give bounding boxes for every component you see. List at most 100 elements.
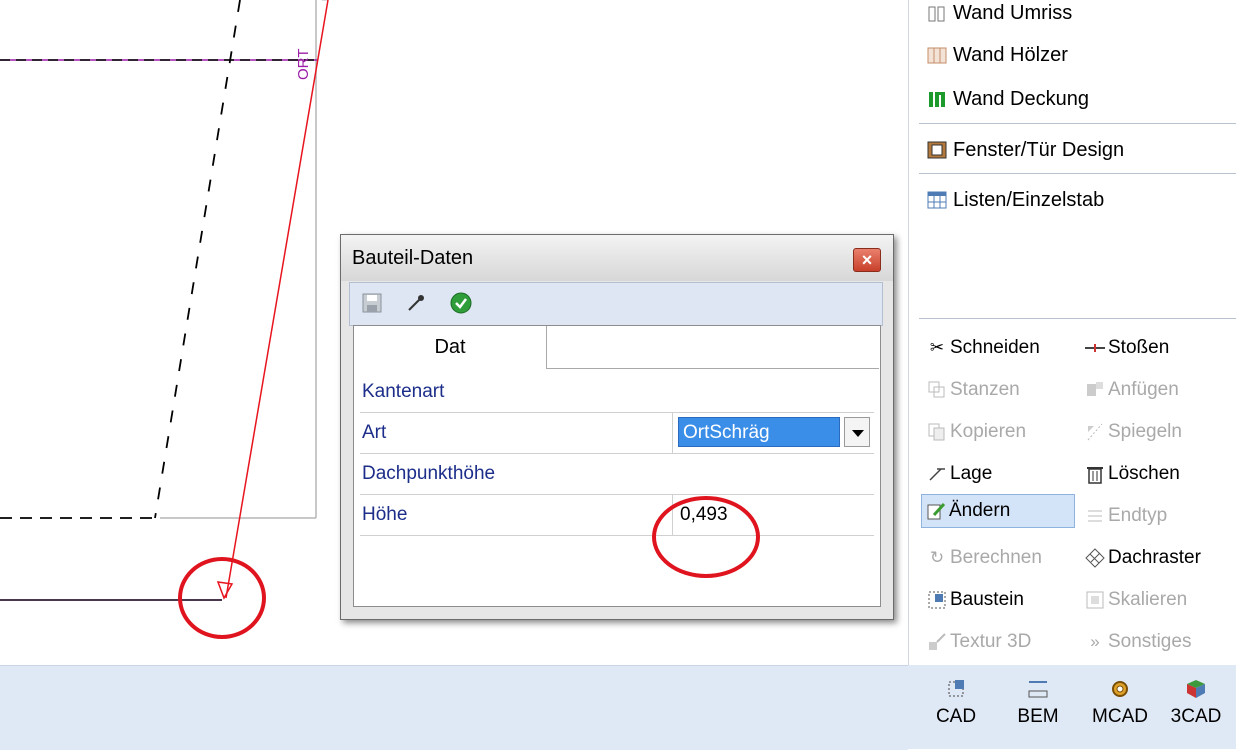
art-select[interactable]: OrtSchräg	[678, 417, 840, 447]
tab-dat[interactable]: Dat	[354, 326, 547, 368]
menu-label: Wand Deckung	[953, 87, 1089, 110]
spiegeln-button[interactable]: Spiegeln	[1085, 415, 1182, 449]
menu-wand-deckung[interactable]: Wand Deckung	[927, 84, 1089, 114]
cube-3d-icon	[1185, 678, 1207, 700]
punch-icon	[927, 380, 947, 400]
dachraster-button[interactable]: Dachraster	[1085, 541, 1201, 575]
textur-3d-button[interactable]: Textur 3D	[927, 625, 1031, 659]
tool-label: Berechnen	[950, 547, 1042, 568]
dialog-toolbar	[349, 282, 883, 326]
eyedropper-icon[interactable]	[406, 293, 426, 318]
red-edge-line	[225, 0, 329, 599]
tool-label: Dachraster	[1108, 547, 1201, 568]
edge-label-ort: ORT	[295, 49, 312, 80]
wall-outline-icon	[927, 3, 947, 23]
gear-icon	[1109, 678, 1131, 700]
tool-label: Sonstiges	[1108, 631, 1192, 652]
edit-icon	[926, 501, 946, 521]
status-bar	[0, 665, 908, 750]
section-dachpunkthoehe: Dachpunkthöhe	[360, 454, 874, 495]
menu-listen[interactable]: Listen/Einzelstab	[927, 185, 1104, 215]
wall-timber-icon	[927, 45, 947, 65]
kopieren-button[interactable]: Kopieren	[927, 415, 1026, 449]
bauteil-daten-dialog: Bauteil-Daten × Dat Kantenart Art OrtSch…	[340, 234, 894, 620]
menu-separator	[919, 123, 1236, 124]
mirror-icon	[1085, 422, 1105, 442]
menu-label: Fenster/Tür Design	[953, 138, 1125, 161]
section-label: Kantenart	[362, 381, 445, 402]
lage-button[interactable]: Lage	[927, 457, 992, 491]
dimension-icon	[1027, 678, 1049, 700]
menu-separator	[919, 173, 1236, 174]
endtyp-button[interactable]: Endtyp	[1085, 499, 1167, 533]
row-art: Art OrtSchräg	[360, 413, 874, 454]
anfuegen-button[interactable]: Anfügen	[1085, 373, 1179, 407]
dialog-title: Bauteil-Daten	[352, 247, 474, 269]
tool-label: Schneiden	[950, 337, 1040, 358]
building-block-icon	[927, 590, 947, 610]
dialog-body: Dat Kantenart Art OrtSchräg Dachpunkthöh…	[353, 325, 881, 607]
window-door-icon	[927, 140, 947, 160]
tab-label: MCAD	[1092, 706, 1148, 727]
section-kantenart: Kantenart	[360, 372, 874, 413]
menu-label: Listen/Einzelstab	[953, 188, 1105, 211]
close-button[interactable]: ×	[853, 248, 881, 272]
position-icon	[927, 464, 947, 484]
tool-label: Löschen	[1108, 463, 1180, 484]
schneiden-button[interactable]: ✂ Schneiden	[927, 331, 1040, 365]
tool-label: Endtyp	[1108, 505, 1168, 526]
column-divider	[672, 413, 673, 453]
tool-label: Stoßen	[1108, 337, 1170, 358]
stossen-button[interactable]: Stoßen	[1085, 331, 1169, 365]
section-label: Dachpunkthöhe	[362, 463, 496, 484]
tool-label: Skalieren	[1108, 589, 1188, 610]
tool-label: Lage	[950, 463, 993, 484]
tool-label: Ändern	[949, 500, 1011, 521]
tool-label: Spiegeln	[1108, 421, 1182, 442]
end-type-icon	[1085, 506, 1105, 526]
tool-label: Anfügen	[1108, 379, 1179, 400]
art-label: Art	[362, 422, 387, 443]
tab-mcad[interactable]: MCAD	[1090, 668, 1150, 748]
aendern-button[interactable]: Ändern	[921, 494, 1075, 528]
dashed-slanted-line	[154, 0, 241, 519]
row-hoehe: Höhe 0,493	[360, 495, 874, 536]
skalieren-button[interactable]: Skalieren	[1085, 583, 1187, 617]
butt-join-icon	[1085, 338, 1105, 358]
tool-label: Baustein	[950, 589, 1024, 610]
baustein-button[interactable]: Baustein	[927, 583, 1024, 617]
scale-icon	[1085, 590, 1105, 610]
stanzen-button[interactable]: Stanzen	[927, 373, 1020, 407]
tool-label: Textur 3D	[950, 631, 1032, 652]
sonstiges-button[interactable]: » Sonstiges	[1085, 625, 1191, 659]
chevron-down-icon[interactable]	[844, 417, 870, 447]
calculate-icon: ↻	[929, 548, 945, 567]
loeschen-button[interactable]: Löschen	[1085, 457, 1180, 491]
tab-cad[interactable]: CAD	[926, 668, 986, 748]
append-icon	[1085, 380, 1105, 400]
menu-wand-hoelzer[interactable]: Wand Hölzer	[927, 40, 1068, 70]
tool-label: Stanzen	[950, 379, 1020, 400]
dialog-title-bar[interactable]: Bauteil-Daten ×	[341, 235, 893, 281]
hoehe-label: Höhe	[362, 504, 408, 525]
menu-label: Wand Hölzer	[953, 43, 1068, 66]
right-panel: Wand Umriss Wand Hölzer Wand Deckung Fen…	[908, 0, 1236, 749]
tab-3cad[interactable]: 3CAD	[1166, 668, 1226, 748]
menu-fenster-tuer[interactable]: Fenster/Tür Design	[927, 135, 1124, 165]
tab-underline	[546, 368, 879, 369]
list-table-icon	[927, 190, 947, 210]
annotation-circle-point	[178, 557, 266, 639]
tab-label: 3CAD	[1170, 706, 1222, 727]
wall-covering-icon	[927, 89, 947, 109]
save-icon[interactable]	[362, 293, 382, 318]
scissors-icon: ✂	[929, 338, 945, 357]
tool-label: Kopieren	[950, 421, 1027, 442]
copy-icon	[927, 422, 947, 442]
tab-bem[interactable]: BEM	[1008, 668, 1068, 748]
confirm-check-icon[interactable]	[450, 292, 472, 319]
menu-wand-umriss[interactable]: Wand Umriss	[927, 0, 1072, 28]
menu-label: Wand Umriss	[953, 1, 1073, 24]
tab-label: CAD	[935, 706, 977, 727]
menu-separator	[919, 318, 1236, 319]
berechnen-button[interactable]: ↻ Berechnen	[927, 541, 1042, 575]
